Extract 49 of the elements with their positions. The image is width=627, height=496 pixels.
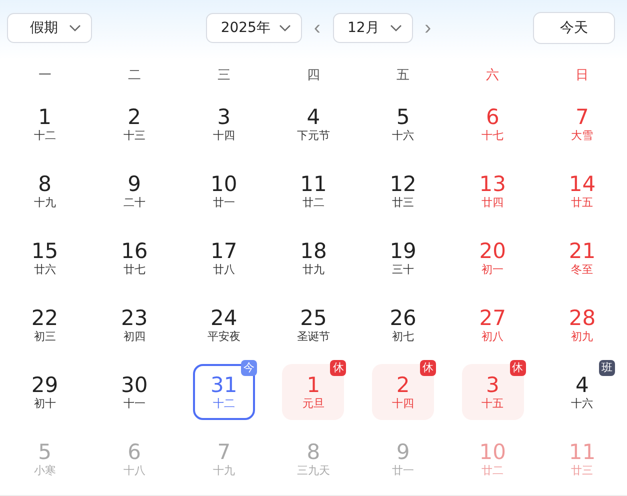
day-cell[interactable]: 9 二十 — [103, 163, 166, 219]
day-badge: 今 — [240, 360, 257, 376]
day-cell[interactable]: 10 廿一 — [192, 163, 255, 219]
day-cell[interactable]: 21 冬至 — [551, 230, 614, 286]
day-cell[interactable]: 8 十九 — [14, 163, 76, 219]
weekday-label: 一 — [37, 67, 52, 85]
day-cell[interactable]: 3 十四 — [192, 96, 255, 152]
day-cell[interactable]: 23 初四 — [103, 297, 166, 353]
chevron-down-icon — [278, 24, 291, 32]
day-cell[interactable]: 16 廿七 — [103, 230, 166, 286]
day-cell[interactable]: 25 圣诞节 — [282, 297, 344, 353]
day-cell[interactable]: 2 十三 — [103, 96, 166, 152]
day-cell[interactable]: 17 廿八 — [192, 230, 255, 286]
weekday-label: 六 — [485, 67, 500, 85]
chevron-down-icon — [69, 24, 81, 32]
day-cell[interactable]: 15 廿六 — [14, 230, 76, 286]
day-cell[interactable]: 19 三十 — [372, 230, 434, 286]
month-select[interactable]: 12月 — [332, 13, 412, 43]
weekday-label: 日 — [574, 67, 590, 85]
day-cell[interactable]: 4 下元节 — [282, 96, 344, 152]
weekday-label: 二 — [126, 67, 142, 85]
day-cell[interactable]: 27 初八 — [462, 297, 524, 353]
day-cell[interactable]: 14 廿五 — [551, 163, 614, 219]
day-cell[interactable]: 28 初九 — [551, 297, 614, 353]
day-cell[interactable]: 22 初三 — [14, 297, 76, 353]
chevron-down-icon — [390, 24, 402, 32]
day-badge: 班 — [599, 360, 616, 376]
day-cell[interactable]: 26 初七 — [372, 297, 434, 353]
day-cell[interactable]: 29 初十 — [14, 364, 76, 420]
today-button[interactable]: 今天 — [533, 12, 615, 44]
day-cell[interactable]: 7 大雪 — [551, 96, 614, 152]
day-cell[interactable]: 18 廿九 — [282, 230, 344, 286]
day-cell[interactable]: 1 十二 — [14, 96, 76, 152]
weekday-label: 四 — [306, 67, 321, 85]
weekday-label: 三 — [216, 67, 232, 85]
day-badge: 休 — [420, 360, 436, 376]
day-cell[interactable]: 30 十一 — [103, 364, 166, 420]
day-cell[interactable]: 13 廿四 — [462, 163, 524, 219]
day-cell[interactable]: 12 廿三 — [372, 163, 434, 219]
day-cell[interactable]: 11 廿二 — [282, 163, 344, 219]
day-badge: 休 — [330, 360, 346, 376]
weekday-label: 五 — [396, 67, 411, 85]
day-cell[interactable]: 24 平安夜 — [192, 297, 255, 353]
holiday-select[interactable]: 假期 — [7, 13, 92, 43]
day-cell[interactable]: 5 十六 — [372, 96, 434, 152]
year-select[interactable]: 2025年 — [206, 13, 302, 43]
day-cell[interactable]: 6 十七 — [462, 96, 524, 152]
day-cell[interactable]: 20 初一 — [462, 230, 524, 286]
day-badge: 休 — [510, 360, 526, 376]
